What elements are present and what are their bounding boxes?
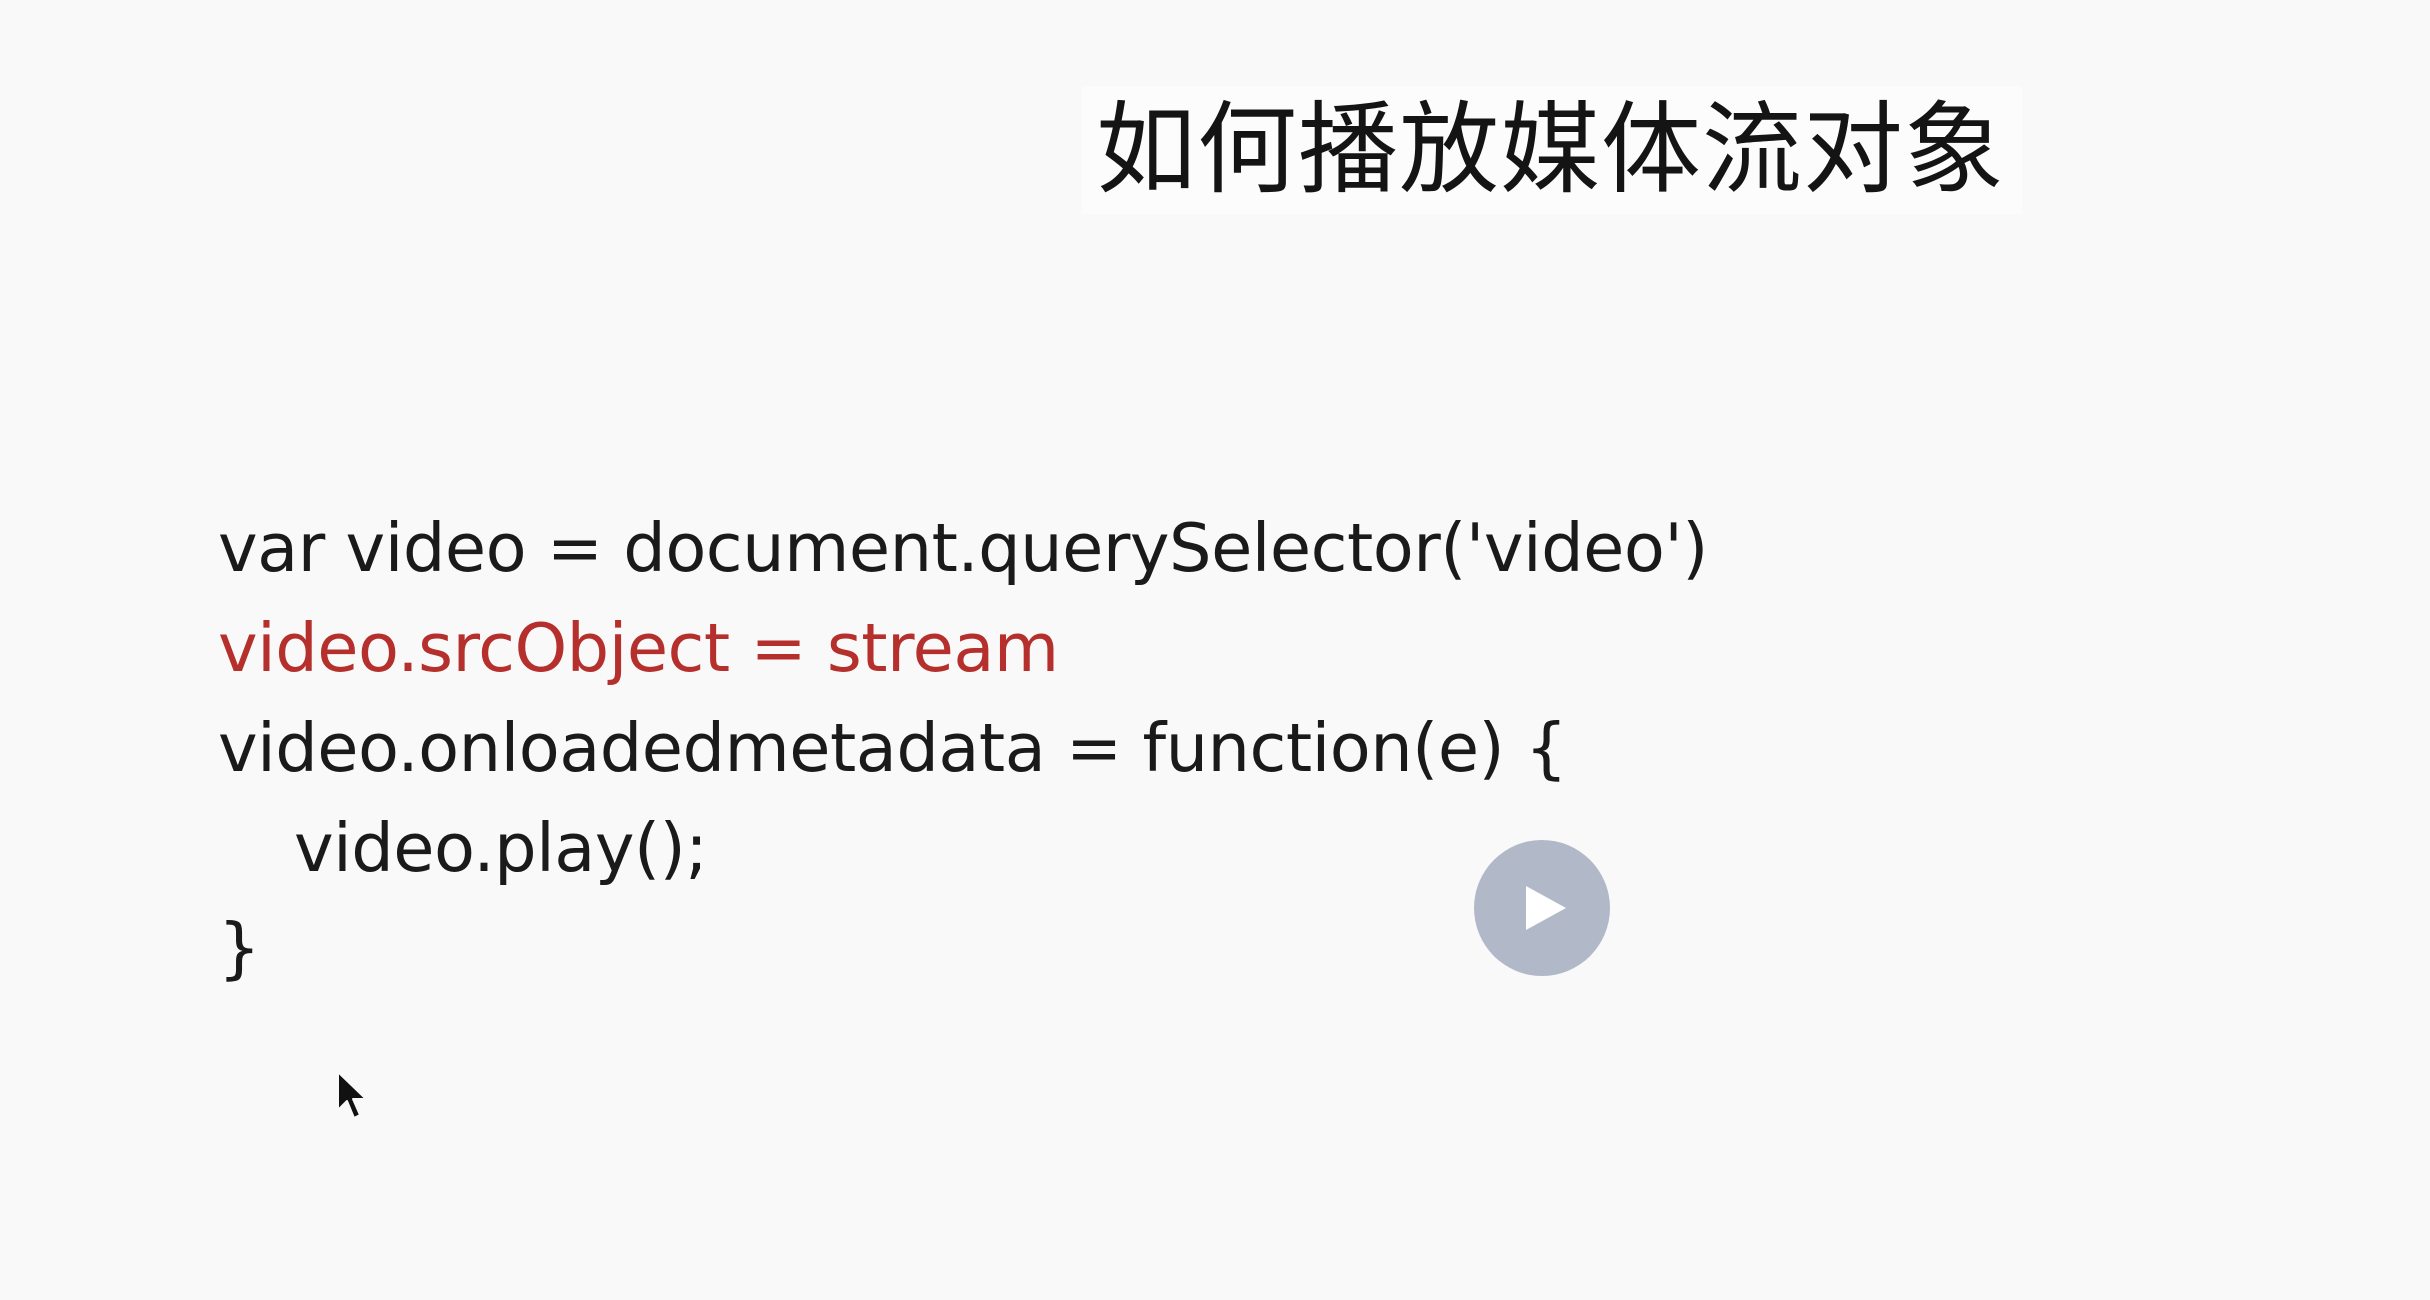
title-box: 如何播放媒体流对象 [1082, 86, 2022, 214]
code-line-src-object: video.srcObject = stream [218, 609, 1059, 687]
play-icon [1526, 886, 1566, 930]
code-line-onloadedmetadata: video.onloadedmetadata = function(e) { [218, 709, 1568, 787]
slide-title: 如何播放媒体流对象 [1096, 91, 2005, 208]
code-line-query-selector: var video = document.querySelector('vide… [218, 509, 1708, 587]
play-button[interactable] [1474, 840, 1610, 976]
mouse-cursor-icon [337, 1071, 367, 1119]
slide: 如何播放媒体流对象 var video = document.querySele… [0, 0, 2430, 1300]
